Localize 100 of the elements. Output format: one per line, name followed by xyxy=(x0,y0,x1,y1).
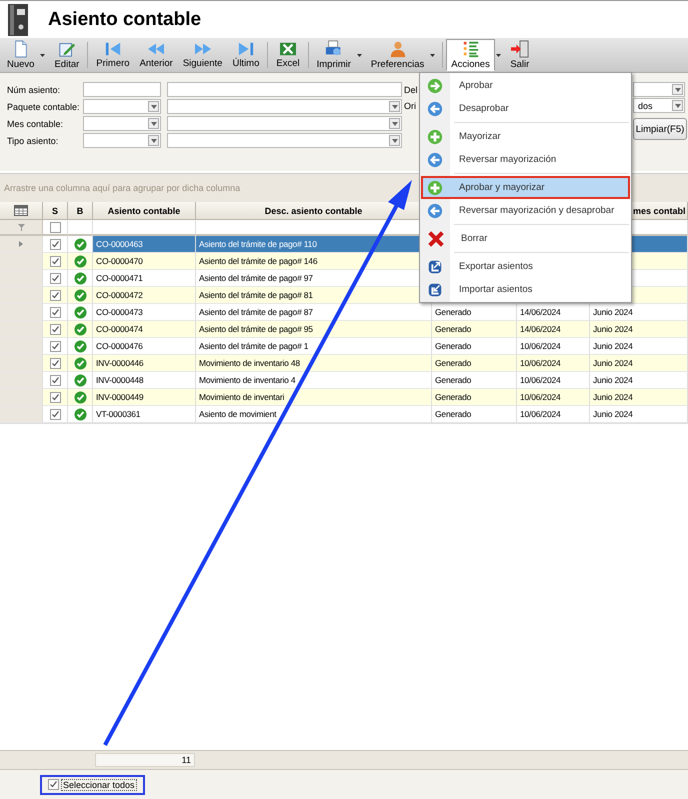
group-hint: Arrastre una columna aquí para agrupar por dicha columna xyxy=(4,183,240,193)
table-cell: Asiento de movimient xyxy=(196,406,432,423)
toolbar-button[interactable]: Preferencias xyxy=(366,39,430,71)
back-arrow-icon xyxy=(427,202,443,218)
clear-button[interactable]: Limpiar(F5) xyxy=(633,118,687,140)
checkmark-icon xyxy=(52,342,58,350)
table-icon xyxy=(14,205,28,216)
caret-icon xyxy=(674,88,680,92)
table-cell: Asiento del trámite de pago# 81 xyxy=(196,287,432,304)
table-cell: Asiento del trámite de pago# 95 xyxy=(196,321,432,338)
caret-icon xyxy=(392,138,398,142)
field-label: Del xyxy=(404,84,418,94)
checkmark-icon xyxy=(52,360,58,366)
filter-cell[interactable] xyxy=(68,220,93,236)
checkmark-icon xyxy=(52,326,58,332)
checkbox[interactable] xyxy=(50,358,60,368)
check-icon xyxy=(74,340,86,352)
previous-icon xyxy=(146,41,166,57)
table-cell: 10/06/2024 xyxy=(517,389,590,406)
person-icon xyxy=(388,40,407,58)
checkbox[interactable] xyxy=(50,306,60,318)
toolbar-button[interactable]: Nuevo xyxy=(2,39,40,71)
dropdown-field[interactable] xyxy=(83,116,161,131)
field-label: Núm asiento: xyxy=(7,84,62,94)
menu-item[interactable]: Reversar mayorización xyxy=(421,148,630,171)
table-cell: INV-0000449 xyxy=(93,389,196,406)
caret-icon[interactable] xyxy=(40,54,46,56)
checkbox[interactable] xyxy=(50,238,60,250)
toolbar-button[interactable]: Siguiente xyxy=(178,40,228,70)
last-icon xyxy=(236,41,255,57)
toolbar-button[interactable]: Último xyxy=(227,40,264,70)
column-header[interactable]: B xyxy=(68,202,93,220)
column-header[interactable]: S xyxy=(43,202,68,220)
toolbar-button[interactable]: Primero xyxy=(91,40,135,70)
toolbar-button[interactable]: Acciones xyxy=(446,39,495,71)
check-icon xyxy=(74,238,86,250)
check-icon xyxy=(74,408,86,420)
dropdown-field[interactable] xyxy=(83,99,161,114)
toolbar-button[interactable]: Salir xyxy=(504,39,535,71)
dropdown-field[interactable] xyxy=(167,133,402,148)
toolbar-button[interactable]: Anterior xyxy=(134,40,178,70)
check-icon xyxy=(74,390,86,404)
dropdown-field[interactable]: dos xyxy=(633,98,685,113)
table-cell: Movimiento de inventari xyxy=(196,389,432,406)
dropdown-field[interactable] xyxy=(167,116,402,131)
checkbox[interactable] xyxy=(50,340,60,352)
check-icon xyxy=(74,272,86,284)
checkbox[interactable] xyxy=(50,290,60,300)
caret-icon[interactable] xyxy=(496,54,501,56)
dropdown-field[interactable] xyxy=(83,133,161,148)
table-cell: CO-0000474 xyxy=(93,321,196,338)
list-icon xyxy=(462,40,480,58)
dropdown-button[interactable] xyxy=(389,101,400,112)
edit-icon xyxy=(58,40,76,58)
check-icon xyxy=(74,322,86,336)
checkbox[interactable] xyxy=(50,392,60,402)
dropdown-button[interactable] xyxy=(148,118,159,129)
menu-item[interactable]: Mayorizar xyxy=(421,125,630,148)
dropdown-field[interactable] xyxy=(167,99,402,114)
dropdown-button[interactable] xyxy=(672,84,683,95)
caret-icon[interactable] xyxy=(430,54,436,56)
toolbar-button[interactable]: Editar xyxy=(49,39,84,71)
table-cell: Junio 2024 xyxy=(590,355,688,372)
column-chooser-button[interactable] xyxy=(0,202,43,220)
menu-item[interactable]: Desaprobar xyxy=(421,97,630,120)
caret-icon xyxy=(150,104,156,108)
input-field[interactable] xyxy=(83,82,161,97)
checkbox[interactable] xyxy=(50,408,60,420)
row-count: 11 xyxy=(95,753,195,767)
plus-icon xyxy=(427,180,443,196)
checkbox[interactable] xyxy=(50,324,60,334)
check-icon xyxy=(74,288,86,302)
dropdown-button[interactable] xyxy=(389,118,400,129)
dropdown-field[interactable] xyxy=(633,82,685,97)
menu-item[interactable]: Aprobar y mayorizar xyxy=(421,176,630,199)
caret-icon xyxy=(150,122,156,126)
dropdown-button[interactable] xyxy=(148,101,159,112)
field-label: Mes contable: xyxy=(7,118,64,128)
caret-icon[interactable] xyxy=(356,54,362,56)
dropdown-button[interactable] xyxy=(389,135,400,146)
table-cell: Junio 2024 xyxy=(590,406,688,423)
checkbox[interactable] xyxy=(50,374,60,386)
checkmark-icon xyxy=(52,274,58,282)
checkmark-icon xyxy=(52,308,58,316)
checkmark-icon xyxy=(52,410,58,418)
column-header[interactable]: Asiento contable xyxy=(93,202,196,220)
toolbar-button[interactable]: Imprimir xyxy=(312,39,356,71)
checkbox[interactable] xyxy=(50,256,60,266)
dropdown-button[interactable] xyxy=(148,135,159,146)
row-indicator-icon xyxy=(19,241,23,247)
menu-item[interactable]: Aprobar xyxy=(421,74,630,97)
toolbar-button[interactable]: Excel xyxy=(271,40,305,70)
field-label: Ori xyxy=(404,100,416,110)
input-field[interactable] xyxy=(167,82,402,97)
caret-icon xyxy=(392,104,398,108)
checkbox[interactable] xyxy=(50,222,60,232)
checkbox[interactable] xyxy=(50,272,60,284)
back-arrow-icon xyxy=(427,100,443,116)
dropdown-button[interactable] xyxy=(672,100,683,111)
spreadsheet-icon xyxy=(278,41,297,57)
